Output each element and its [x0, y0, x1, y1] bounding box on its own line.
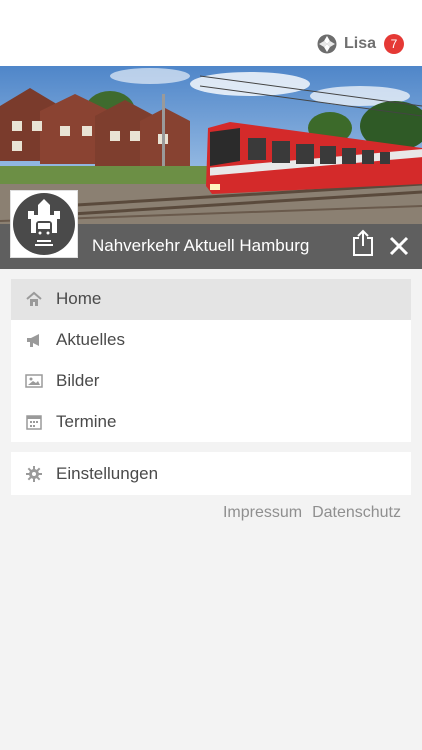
settings-menu: Einstellungen: [11, 452, 411, 495]
user-account[interactable]: Lisa 7: [317, 32, 404, 56]
megaphone-icon: [27, 334, 39, 348]
impressum-link[interactable]: Impressum: [223, 504, 302, 522]
menu-item-einstellungen[interactable]: Einstellungen: [11, 452, 411, 495]
menu-item-aktuelles[interactable]: Aktuelles: [11, 320, 411, 361]
menu-item-termine[interactable]: Termine: [11, 401, 411, 442]
menu-item-bilder[interactable]: Bilder: [11, 361, 411, 402]
close-icon[interactable]: [388, 235, 410, 257]
main-menu: Home Aktuelles Bilder Termine: [11, 279, 411, 442]
menu-item-label: Aktuelles: [56, 330, 125, 350]
home-icon: [26, 292, 42, 307]
gear-icon: [26, 465, 42, 482]
page-avatar[interactable]: [10, 190, 78, 258]
page-title: Nahverkehr Aktuell Hamburg: [92, 236, 310, 255]
calendar-icon: [26, 414, 42, 430]
share-icon[interactable]: [351, 229, 375, 257]
app-screen: Lisa 7 Nahverkehr Aktuell Hamburg Home A…: [0, 0, 422, 750]
user-name: Lisa: [343, 35, 376, 52]
notification-badge[interactable]: 7: [384, 34, 404, 54]
app-logo-icon: [317, 34, 337, 54]
image-icon: [25, 374, 43, 388]
footer-links: Impressum Datenschutz: [223, 504, 401, 522]
top-bar: Lisa 7: [0, 0, 422, 66]
hamburg-train-logo-icon: [13, 193, 75, 255]
menu-item-label: Termine: [56, 411, 117, 431]
menu-item-label: Bilder: [56, 370, 100, 390]
menu-item-label: Home: [56, 289, 102, 309]
datenschutz-link[interactable]: Datenschutz: [312, 504, 401, 522]
menu-item-home[interactable]: Home: [11, 279, 411, 320]
menu-item-label: Einstellungen: [56, 463, 159, 483]
